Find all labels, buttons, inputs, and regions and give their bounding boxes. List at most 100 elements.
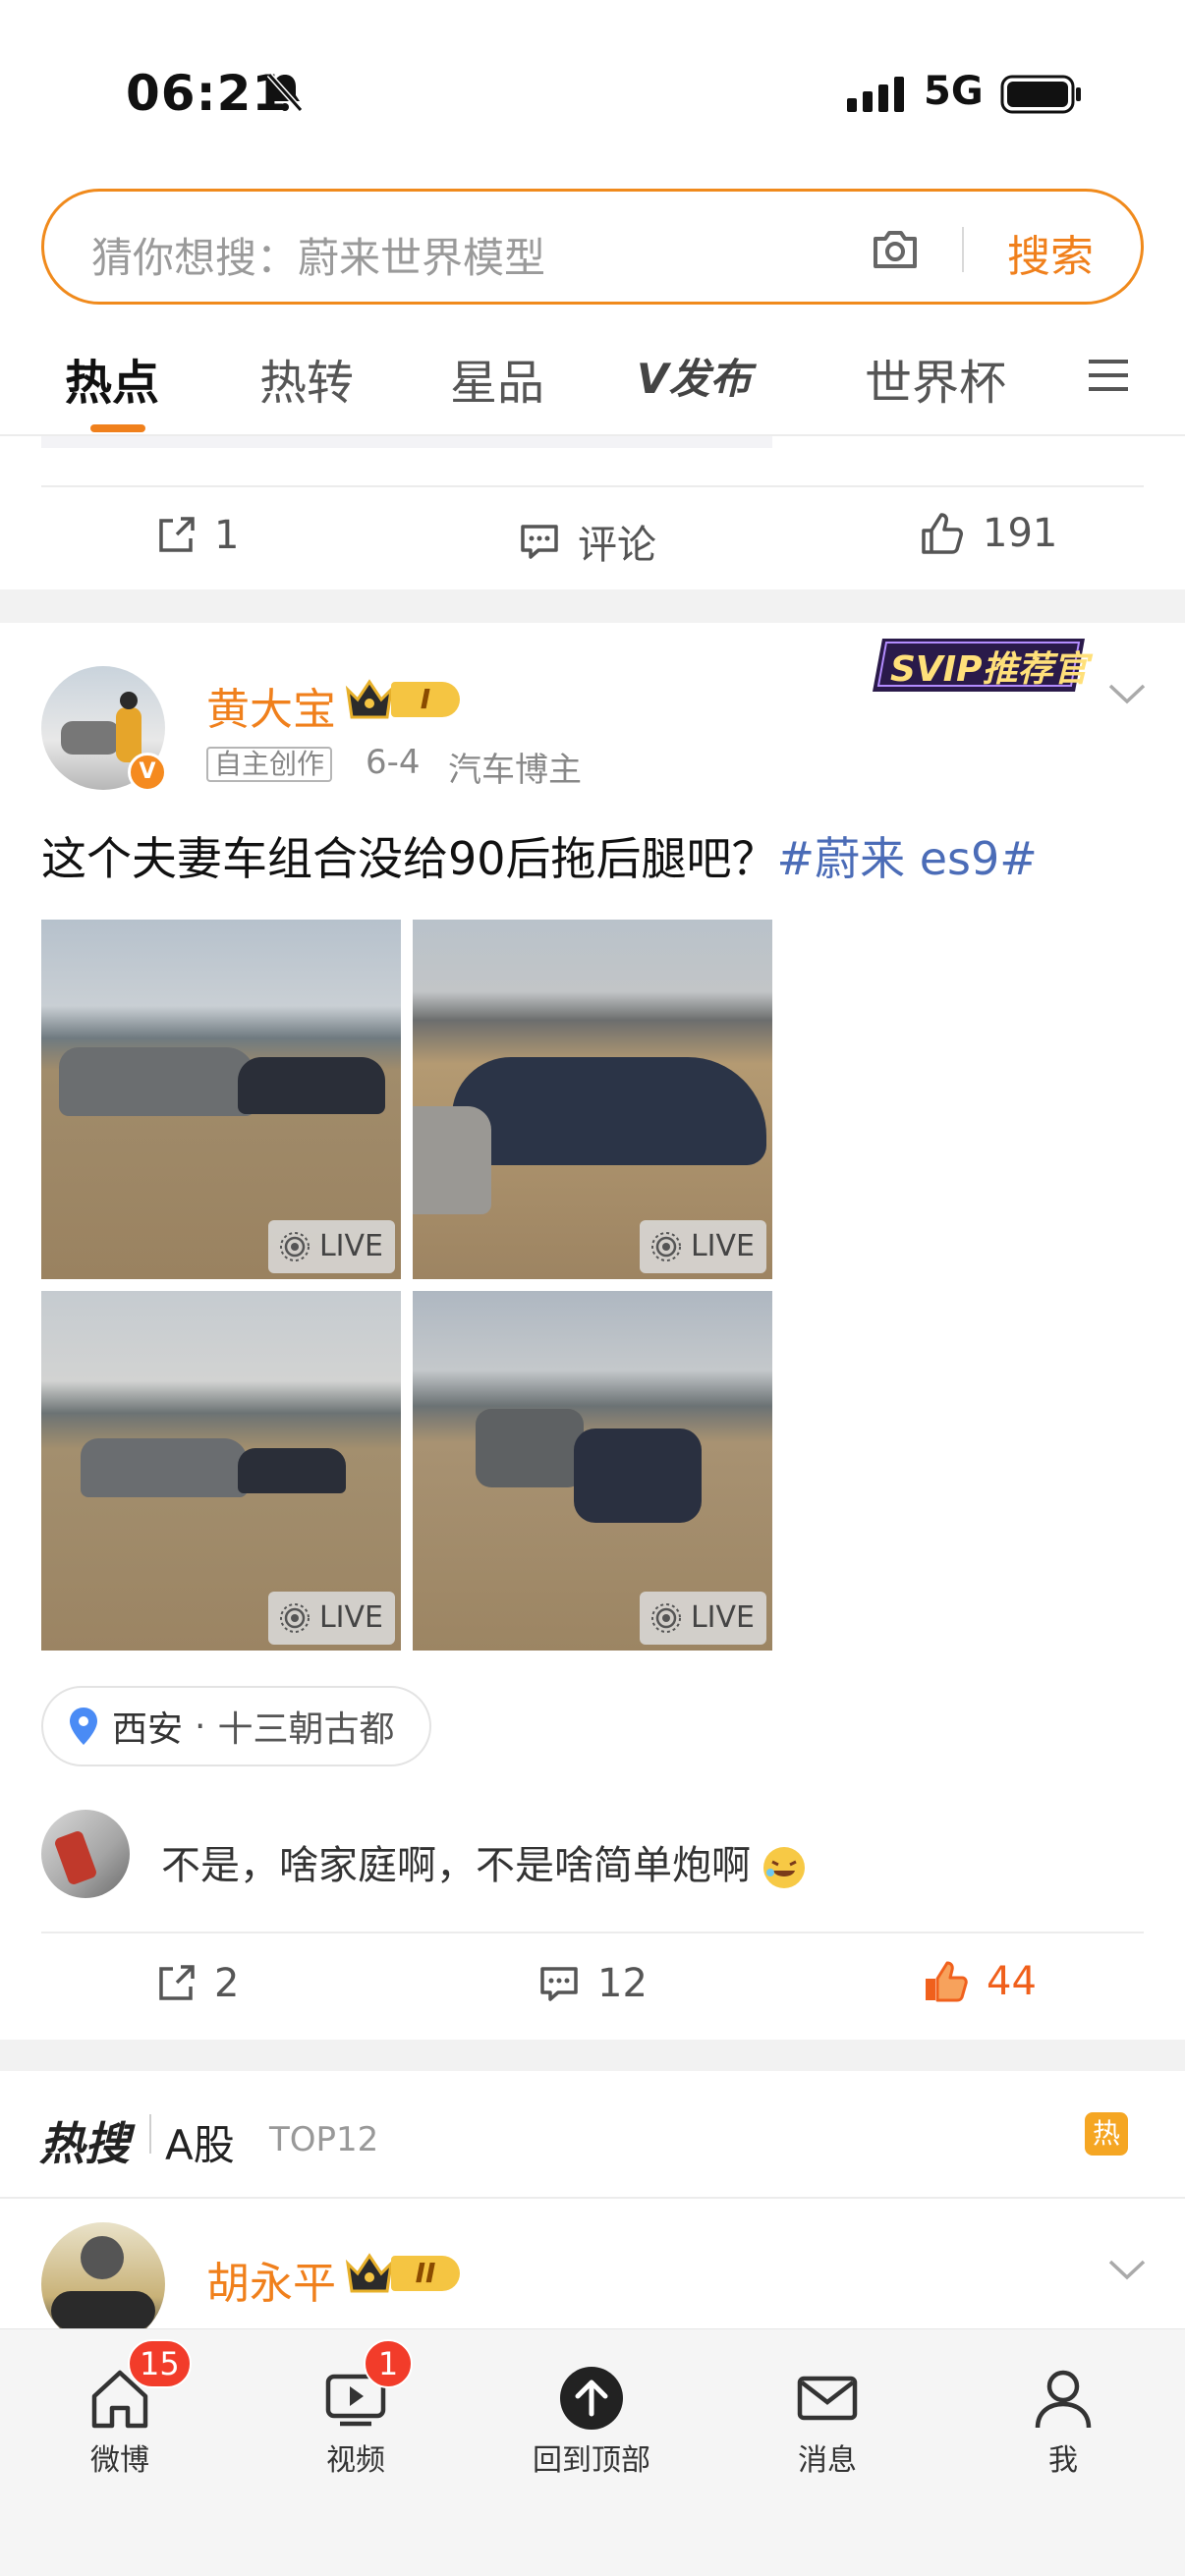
bell-muted-icon [266,73,304,112]
signal-icon [847,77,904,112]
prev-like-button[interactable]: 191 [918,509,1057,558]
arrow-up-circle-icon [560,2367,623,2430]
crown-icon [345,2253,394,2293]
next-member-level-badge: II [344,2250,460,2297]
repost-button[interactable]: 2 [153,1961,239,2006]
tab-publish[interactable]: V发布 [637,346,752,406]
live-photo-icon [279,1603,310,1633]
nav-messages-label: 消息 [798,2443,857,2478]
search-button[interactable]: 搜索 [1007,221,1094,284]
hot-badge: 热 [1085,2112,1128,2156]
post-photo-4[interactable]: LIVE [413,1291,772,1651]
previous-post-remnant [41,436,772,448]
location-name: 十三朝古都 [217,1709,395,1750]
live-badge: LIVE [267,1592,395,1645]
commenter-avatar[interactable] [41,1810,130,1898]
nav-back-to-top-label: 回到顶部 [533,2443,650,2478]
section-gap [0,589,1185,623]
repost-count: 2 [214,1961,240,2006]
divider [149,2114,151,2154]
live-photo-icon [650,1232,681,1261]
live-label: LIVE [318,1600,383,1635]
hot-rank: TOP12 [269,2120,379,2159]
video-badge: 1 [364,2339,413,2388]
like-count: 44 [987,1959,1037,2004]
post-photo-1[interactable]: LIVE [41,920,401,1279]
tab-worldcup[interactable]: 世界杯 [865,344,1006,413]
next-author-name[interactable]: 胡永平 [206,2248,336,2311]
post-text: 这个夫妻车组合没给90后拖后腿吧？#蔚来 es9# [41,823,1038,888]
search-placeholder[interactable]: 猜你想搜：蔚来世界模型 [91,225,545,285]
post-photo-2[interactable]: LIVE [413,920,772,1279]
like-button[interactable]: 44 [922,1957,1037,2006]
hashtag-link[interactable]: #蔚来 es9# [777,832,1038,885]
share-icon [159,517,195,552]
nav-video[interactable]: 视频 [257,2349,454,2479]
status-bar: 06:21 5G [0,0,1185,187]
member-level-badge: I [344,676,460,723]
verified-badge-icon: V [128,753,167,792]
top-tabs: 热点 热转 星品 V发布 世界杯 [0,322,1185,436]
nav-me[interactable]: 我 [965,2349,1161,2479]
nav-messages[interactable]: 消息 [729,2349,926,2479]
level-label: I [391,682,460,717]
live-photo-icon [650,1603,681,1633]
battery-icon [1000,75,1081,114]
comment-icon [540,1967,578,2001]
live-label: LIVE [318,1229,383,1263]
tab-hot[interactable]: 热点 [65,344,159,413]
svip-badge-text: SVIP推荐官 [890,649,1089,690]
live-badge: LIVE [639,1592,766,1645]
nav-weibo-label: 微博 [90,2443,149,2478]
original-tag: 自主创作 [206,747,333,782]
search-divider [962,227,964,272]
tab-star[interactable]: 星品 [450,344,544,413]
profile-icon [1035,2370,1092,2429]
section-gap [0,2040,1185,2071]
level-label: II [391,2256,460,2291]
location-chip[interactable]: 西安 · 十三朝古都 [41,1686,432,1766]
laughing-emoji-icon [762,1847,805,1888]
tab-repost[interactable]: 热转 [259,344,354,413]
comment-icon [521,525,558,559]
prev-like-count: 191 [983,511,1058,556]
tab-publish-label: 发布 [668,355,752,403]
share-icon [159,1965,195,2000]
prev-comment-button[interactable]: 评论 [517,513,656,570]
nav-back-to-top[interactable]: 回到顶部 [493,2349,690,2479]
post-photo-3[interactable]: LIVE [41,1291,401,1651]
live-badge: LIVE [267,1220,395,1273]
network-type: 5G [924,69,984,114]
svip-recommender-badge: SVIP推荐官 [873,633,1091,696]
nav-video-label: 视频 [326,2443,385,2478]
location-city: 西安 [112,1709,184,1750]
location-sep: · [195,1706,206,1747]
prev-comment-label: 评论 [578,523,656,568]
search-bar[interactable]: 猜你想搜：蔚来世界模型 搜索 [41,189,1144,305]
prev-repost-count: 1 [214,513,240,558]
live-label: LIVE [690,1600,755,1635]
divider [41,485,1144,487]
crown-icon [345,679,394,719]
author-role: 汽车博主 [448,751,582,790]
tab-indicator [90,424,145,432]
menu-icon[interactable] [1085,352,1132,399]
mail-icon [797,2376,858,2421]
author-name[interactable]: 黄大宝 [206,674,336,737]
divider [0,2197,1185,2199]
location-pin-icon [70,1708,97,1745]
live-photo-icon [279,1232,310,1261]
camera-icon[interactable] [868,221,923,276]
chevron-down-icon[interactable] [1106,680,1148,707]
comment-button[interactable]: 12 [536,1961,648,2006]
top-comment-text: 不是，啥家庭啊，不是啥简单炮啊 [161,1843,751,1888]
post-date: 6-4 [366,743,421,782]
top-comment[interactable]: 不是，啥家庭啊，不是啥简单炮啊 [161,1833,805,1890]
weibo-badge: 15 [128,2339,192,2388]
bottom-nav: 微博 15 视频 1 回到顶部 消息 我 [0,2328,1185,2576]
nav-me-label: 我 [1048,2443,1078,2478]
chevron-down-icon[interactable] [1106,2256,1148,2283]
prev-repost-button[interactable]: 1 [153,513,239,558]
post-body: 这个夫妻车组合没给90后拖后腿吧？ [41,832,777,885]
divider [41,1932,1144,1933]
